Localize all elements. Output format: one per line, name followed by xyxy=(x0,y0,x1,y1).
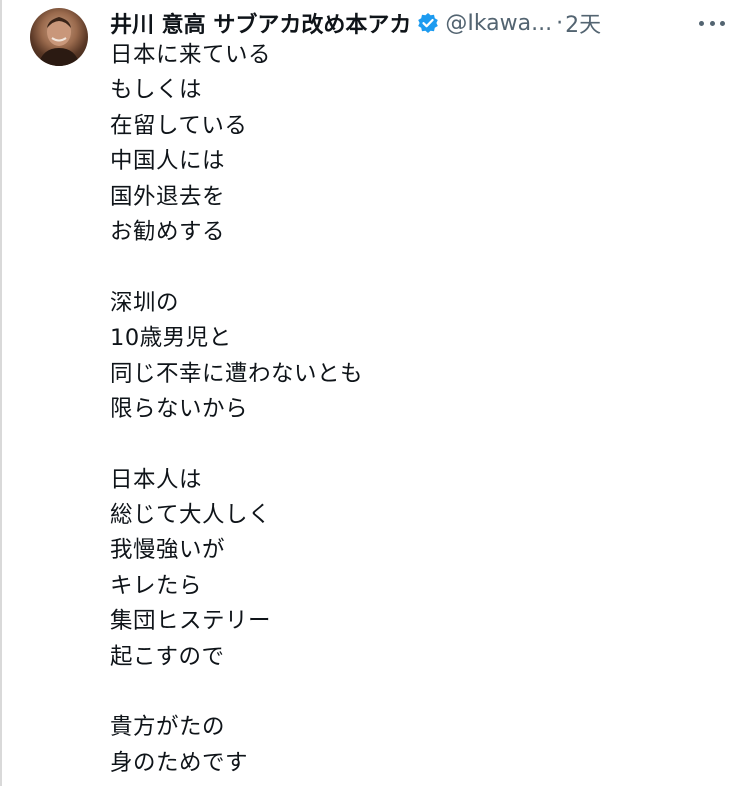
tweet-stanza: 貴方がたの 身のためです xyxy=(110,710,710,781)
tweet-line: 10歳男児と xyxy=(110,325,232,352)
tweet-line: 総じて大人しく xyxy=(110,502,272,529)
author-name[interactable]: 井川 意高 サブアカ改め本アカ xyxy=(110,7,411,39)
tweet-line: 日本に来ている xyxy=(110,42,272,68)
tweet-line: 深圳の xyxy=(110,289,180,316)
tweet-line: 集団ヒステリー xyxy=(110,608,272,635)
tweet-stanza: 深圳の 10歳男児と 同じ不幸に遭わないとも 限らないから xyxy=(110,286,710,428)
more-dot xyxy=(709,20,715,26)
author-handle[interactable]: @Ikawa... xyxy=(445,11,552,36)
tweet-line: もしくは xyxy=(110,77,203,104)
avatar-image xyxy=(38,17,80,66)
tweet-line: キレたら xyxy=(110,572,203,599)
more-options-icon[interactable] xyxy=(699,12,725,34)
separator-dot: · xyxy=(556,10,564,36)
left-border xyxy=(0,0,2,786)
tweet-line: 貴方がたの xyxy=(110,714,226,741)
tweet-line: 我慢強いが xyxy=(110,537,226,564)
tweet-line: お勧めする xyxy=(110,218,226,245)
tweet-line: 身のためです xyxy=(110,749,249,776)
tweet-text: 日本に来ている もしくは 在留している 中国人には 国外退去を お勧めする 深圳… xyxy=(110,38,710,781)
tweet-line: 中国人には xyxy=(110,148,226,175)
tweet-header: 井川 意高 サブアカ改め本アカ @Ikawa... · 2天 xyxy=(110,6,725,40)
tweet-line: 日本人は xyxy=(110,466,203,493)
tweet-line: 国外退去を xyxy=(110,183,226,210)
more-dot xyxy=(720,20,725,26)
more-dot xyxy=(699,20,704,26)
timestamp[interactable]: 2天 xyxy=(565,7,601,39)
tweet-stanza: 日本に来ている もしくは 在留している 中国人には 国外退去を お勧めする xyxy=(110,38,710,250)
tweet-line: 在留している xyxy=(110,112,248,139)
tweet-line: 限らないから xyxy=(110,395,249,422)
verified-badge-icon xyxy=(417,12,439,34)
tweet-line: 起こすので xyxy=(110,643,225,670)
tweet-line: 同じ不幸に遭わないとも xyxy=(110,360,364,387)
avatar[interactable] xyxy=(30,8,88,66)
tweet-stanza: 日本人は 総じて大人しく 我慢強いが キレたら 集団ヒステリー 起こすので xyxy=(110,463,710,675)
